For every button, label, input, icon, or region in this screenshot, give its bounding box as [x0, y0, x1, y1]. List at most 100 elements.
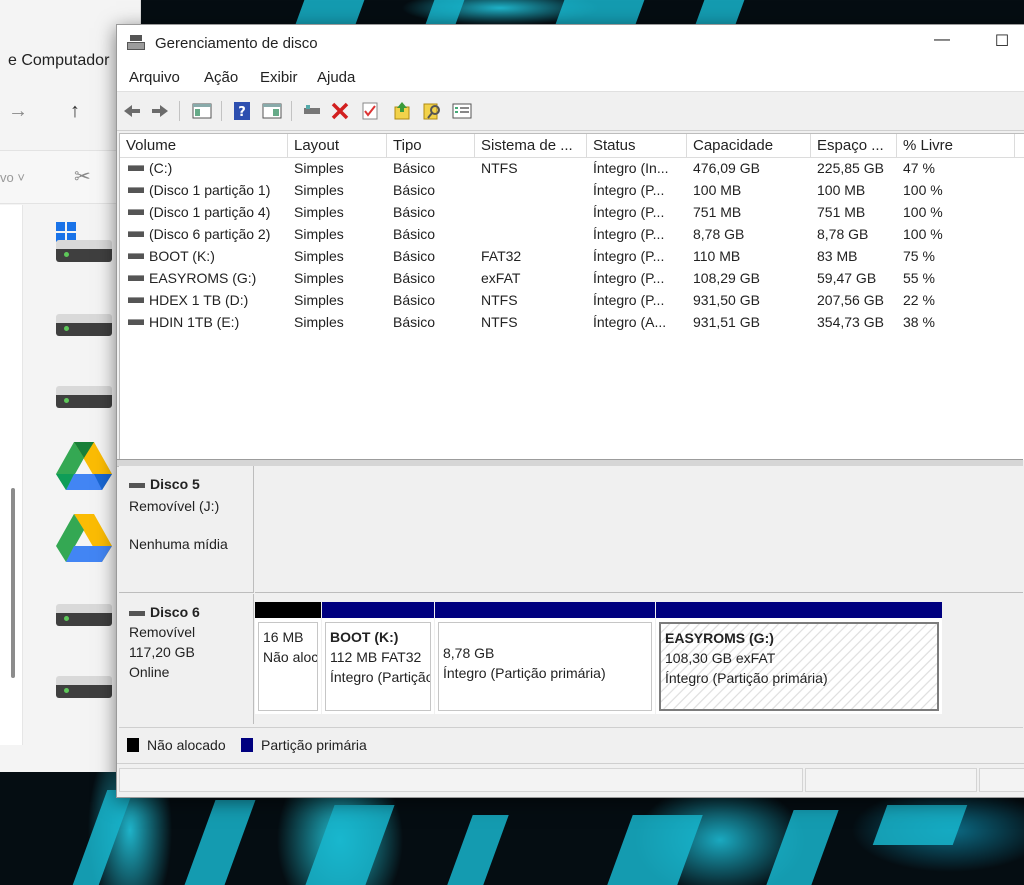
title-bar[interactable]: Gerenciamento de disco — ☐: [117, 25, 1024, 61]
volume-icon: [128, 297, 144, 304]
partition-size: 16 MB: [263, 629, 304, 645]
wallpaper-shape: [295, 0, 365, 24]
drive-icon[interactable]: [56, 386, 112, 408]
up-arrow-icon[interactable]: ↑: [70, 100, 80, 123]
column-header-status[interactable]: Status: [587, 134, 687, 157]
column-header-layout[interactable]: Layout: [288, 134, 387, 157]
properties-icon[interactable]: [261, 101, 283, 121]
cell-capacidade: 110 MB: [693, 248, 741, 264]
volume-name: (Disco 1 partição 4): [149, 204, 271, 220]
partition-status: Íntegro (Partição primária): [665, 670, 828, 686]
column-header-sistema[interactable]: Sistema de ...: [475, 134, 587, 157]
cell-status: Íntegro (P...: [593, 182, 665, 198]
cell-tipo: Básico: [393, 226, 436, 242]
cell-tipo: Básico: [393, 182, 436, 198]
disk-5-label[interactable]: Disco 5 Removível (J:) Nenhuma mídia: [119, 466, 254, 593]
forward-arrow-icon[interactable]: →: [8, 100, 28, 123]
volume-icon: [128, 231, 144, 238]
table-row[interactable]: (Disco 1 partição 4) Simples Básico Íntegro…: [120, 201, 1024, 223]
table-row[interactable]: HDEX 1 TB (D:) Simples Básico NTFS Íntegro (…: [120, 289, 1024, 311]
status-pane: [805, 768, 977, 792]
partition-disco6-part2[interactable]: 8,78 GB Íntegro (Partição primária): [435, 602, 655, 714]
console-tree-icon[interactable]: [191, 101, 213, 121]
disk-management-window[interactable]: Gerenciamento de disco — ☐ Arquivo Ação …: [116, 24, 1024, 798]
maximize-button[interactable]: ☐: [987, 31, 1017, 51]
disk-icon: [129, 610, 145, 616]
table-row[interactable]: (C:) Simples Básico NTFS Íntegro (In... 476,0…: [120, 157, 1024, 179]
disk-6-area: 16 MB Não alocado BOOT (K:) 112 MB FAT32…: [255, 594, 945, 724]
menu-arquivo[interactable]: Arquivo: [129, 69, 180, 86]
cell-espaco: 59,47 GB: [817, 270, 877, 286]
partition-boot[interactable]: BOOT (K:) 112 MB FAT32 Íntegro (Partição…: [322, 602, 434, 714]
drive-icon[interactable]: [56, 676, 112, 698]
volume-name: (Disco 1 partição 1): [149, 182, 271, 198]
explorer-new-button-fragment[interactable]: vo ˅: [0, 170, 25, 185]
cell-livre: 100 %: [903, 182, 943, 198]
partition-unallocated[interactable]: 16 MB Não alocado: [255, 602, 321, 714]
wallpaper-shape: [425, 0, 465, 24]
drive-icon[interactable]: [56, 604, 112, 626]
menu-ajuda[interactable]: Ajuda: [317, 69, 355, 86]
table-row[interactable]: (Disco 1 partição 1) Simples Básico Íntegro…: [120, 179, 1024, 201]
partition-name: EASYROMS (G:): [665, 630, 774, 646]
disk-5-area: [255, 466, 1023, 593]
legend-swatch-primary: [241, 738, 253, 752]
legend-primary: Partição primária: [241, 737, 367, 753]
volume-icon: [128, 275, 144, 282]
cell-sistema: FAT32: [481, 248, 522, 264]
volume-name: (Disco 6 partição 2): [149, 226, 271, 242]
check-icon[interactable]: [359, 101, 381, 121]
cell-capacidade: 751 MB: [693, 204, 742, 220]
explorer-scrollbar[interactable]: [11, 488, 15, 678]
table-row[interactable]: (Disco 6 partição 2) Simples Básico Íntegro…: [120, 223, 1024, 245]
google-drive-icon[interactable]: [54, 512, 114, 564]
wallpaper-shape: [555, 0, 645, 24]
disk-status: Nenhuma mídia: [129, 536, 228, 552]
drive-icon[interactable]: [56, 314, 112, 336]
wallpaper-shape: [872, 805, 968, 845]
cell-tipo: Básico: [393, 248, 436, 264]
volume-name: BOOT (K:): [149, 248, 215, 264]
column-header-livre[interactable]: % Livre: [897, 134, 1015, 157]
import-icon[interactable]: [391, 101, 413, 121]
delete-icon[interactable]: [329, 101, 351, 121]
column-header-volume[interactable]: Volume: [120, 134, 288, 157]
cut-icon[interactable]: ✂: [74, 164, 91, 189]
volume-list[interactable]: Volume Layout Tipo Sistema de ... Status…: [119, 133, 1024, 460]
connect-icon[interactable]: [301, 101, 323, 121]
table-row[interactable]: EASYROMS (G:) Simples Básico exFAT Íntegro (…: [120, 267, 1024, 289]
disk-graphical-view: Disco 5 Removível (J:) Nenhuma mídia Dis…: [119, 466, 1023, 726]
google-drive-icon[interactable]: [54, 440, 114, 492]
wallpaper-shape: [447, 815, 509, 885]
toolbar-separator: [179, 101, 180, 121]
cell-livre: 55 %: [903, 270, 935, 286]
help-icon[interactable]: ?: [231, 101, 253, 121]
partition-easyroms[interactable]: EASYROMS (G:) 108,30 GB exFAT Íntegro (P…: [656, 602, 942, 714]
menu-exibir[interactable]: Exibir: [260, 69, 298, 86]
legend-label: Não alocado: [147, 737, 226, 753]
table-row[interactable]: BOOT (K:) Simples Básico FAT32 Íntegro (P...…: [120, 245, 1024, 267]
cell-tipo: Básico: [393, 270, 436, 286]
cell-status: Íntegro (P...: [593, 204, 665, 220]
disk-6-label[interactable]: Disco 6 Removível 117,20 GB Online: [119, 594, 254, 724]
list-view-icon[interactable]: [451, 101, 473, 121]
back-icon[interactable]: [121, 101, 143, 121]
search-icon[interactable]: [421, 101, 443, 121]
disk-icon: [129, 482, 145, 488]
column-header-tipo[interactable]: Tipo: [387, 134, 475, 157]
menu-acao[interactable]: Ação: [204, 69, 238, 86]
drive-icon[interactable]: [56, 240, 112, 262]
cell-capacidade: 476,09 GB: [693, 160, 760, 176]
table-row[interactable]: HDIN 1TB (E:) Simples Básico NTFS Íntegro (A…: [120, 311, 1024, 333]
column-header-espaco[interactable]: Espaço ...: [811, 134, 897, 157]
cell-volume: (Disco 1 partição 4): [120, 201, 288, 223]
volume-name: HDEX 1 TB (D:): [149, 292, 249, 308]
minimize-button[interactable]: —: [927, 31, 957, 49]
legend-label: Partição primária: [261, 737, 367, 753]
cell-volume: (Disco 1 partição 1): [120, 179, 288, 201]
forward-icon[interactable]: [149, 101, 171, 121]
cell-espaco: 100 MB: [817, 182, 866, 198]
status-pane: [119, 768, 803, 792]
column-header-capacidade[interactable]: Capacidade: [687, 134, 811, 157]
cell-layout: Simples: [294, 182, 344, 198]
